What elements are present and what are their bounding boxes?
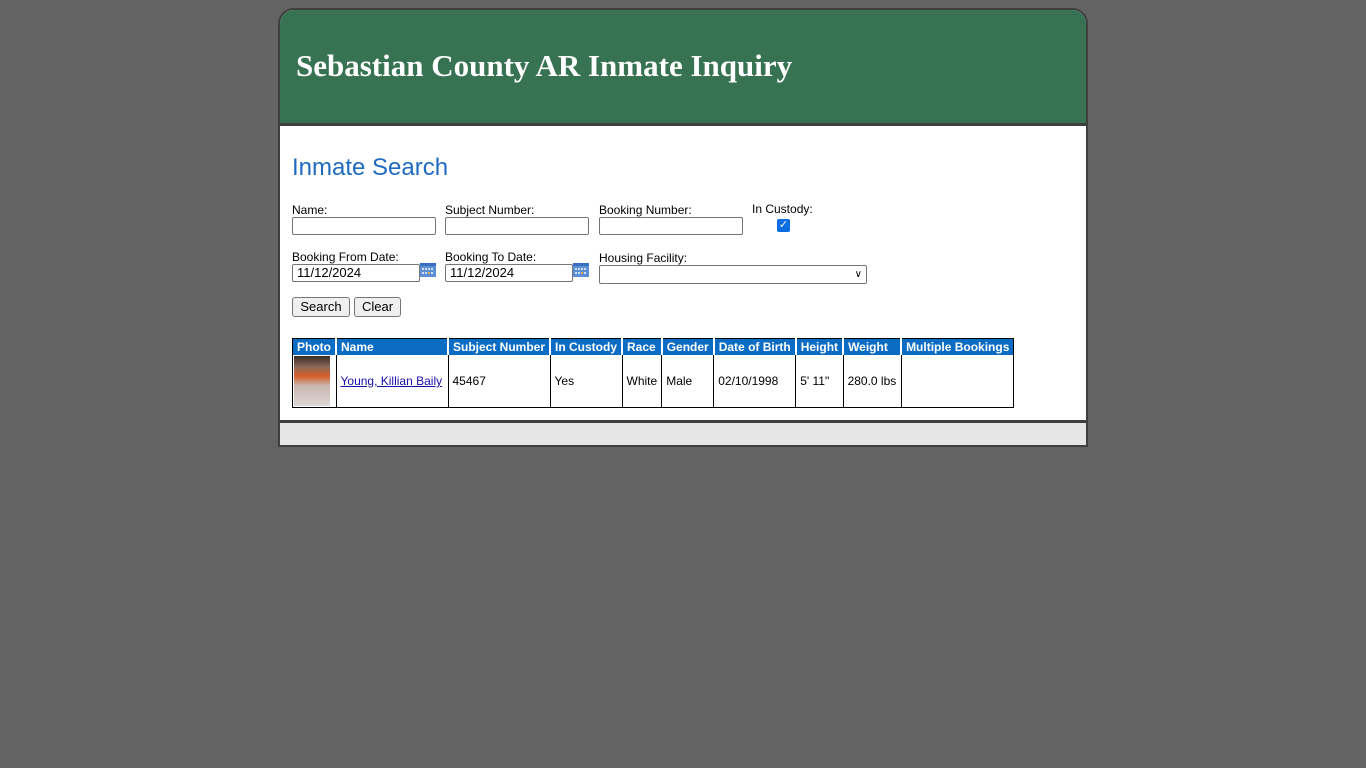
inmate-name-link[interactable]: Young, Killian Baily [341,374,443,388]
in-custody-checkbox[interactable]: ✓ [777,219,790,232]
search-button[interactable]: Search [292,297,350,317]
multiple-bookings-cell [900,355,1014,408]
date-of-birth-cell: 02/10/1998 [713,355,796,408]
in-custody-label: In Custody: [752,202,813,216]
calendar-icon[interactable] [420,263,436,277]
clear-button[interactable]: Clear [354,297,401,317]
column-header-photo: Photo [292,338,336,355]
race-cell: White [621,355,662,408]
column-header-gender: Gender [660,338,714,355]
search-content: Inmate Search Name: Subject Number: Book… [280,126,1086,420]
booking-from-date-input[interactable] [292,264,420,282]
subject-number-input[interactable] [445,217,589,235]
booking-number-label: Booking Number: [599,203,692,217]
gender-cell: Male [661,355,714,408]
chevron-down-icon: ∨ [854,269,862,280]
column-header-height: Height [794,338,844,355]
calendar-icon[interactable] [573,263,589,277]
booking-number-input[interactable] [599,217,743,235]
housing-facility-select[interactable]: ∨ [599,265,867,284]
height-cell: 5' 11" [795,355,844,408]
photo-cell [293,355,337,408]
page-container: Sebastian County AR Inmate Inquiry Inmat… [278,8,1088,447]
site-header: Sebastian County AR Inmate Inquiry [280,10,1086,126]
booking-from-date-label: Booking From Date: [292,250,399,264]
booking-to-date-label: Booking To Date: [445,250,537,264]
column-header-name: Name [335,338,448,355]
in-custody-cell: Yes [549,355,623,408]
subject-number-cell: 45467 [447,355,551,408]
table-row: Young, Killian Baily 45467 Yes White Mal… [293,355,1014,408]
subject-number-label: Subject Number: [445,203,535,217]
name-label: Name: [292,203,328,217]
results-table: Photo Name Subject Number In Custody Rac… [292,338,1015,408]
results-header-row: Photo Name Subject Number In Custody Rac… [292,338,1014,355]
column-header-race: Race [621,338,662,355]
column-header-multiple-bookings: Multiple Bookings [900,338,1014,355]
column-header-in-custody: In Custody [549,338,623,355]
page-title: Inmate Search [292,154,449,181]
housing-facility-label: Housing Facility: [599,251,688,265]
inmate-photo[interactable] [294,356,330,406]
weight-cell: 280.0 lbs [842,355,902,408]
name-input[interactable] [292,217,436,235]
booking-to-date-input[interactable] [445,264,573,282]
column-header-weight: Weight [842,338,902,355]
site-title: Sebastian County AR Inmate Inquiry [296,48,793,83]
site-footer [280,420,1086,445]
column-header-date-of-birth: Date of Birth [712,338,796,355]
column-header-subject-number: Subject Number [446,338,551,355]
name-cell: Young, Killian Baily [335,355,448,408]
